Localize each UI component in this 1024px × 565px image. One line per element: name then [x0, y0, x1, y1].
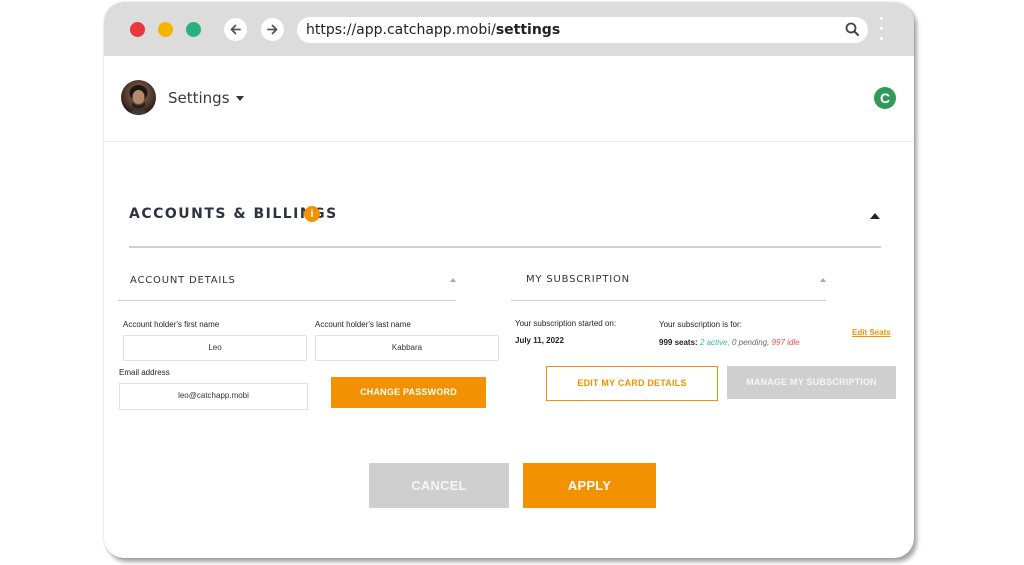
collapse-section-icon[interactable] [870, 213, 880, 219]
back-button[interactable] [224, 18, 247, 41]
apply-button[interactable]: APPLY [523, 463, 656, 508]
search-icon[interactable] [845, 22, 860, 37]
user-avatar-icon [126, 85, 151, 115]
url-path: settings [495, 22, 561, 38]
browser-toolbar: https://app.catchapp.mobi/settings [104, 2, 914, 56]
manage-subscription-button[interactable]: MANAGE MY SUBSCRIPTION [727, 366, 896, 399]
edit-seats-link[interactable]: Edit Seats [852, 328, 891, 337]
pending-seats: 0 pending, [731, 338, 770, 347]
subscription-start-label: Your subscription started on: [515, 319, 617, 328]
cancel-button[interactable]: CANCEL [369, 463, 509, 508]
kebab-menu-icon[interactable] [879, 17, 883, 45]
my-subscription-title: MY SUBSCRIPTION [526, 274, 630, 285]
subscription-for-label: Your subscription is for: [659, 320, 742, 329]
arrow-right-icon [267, 24, 278, 35]
app-header: Settings C [104, 56, 914, 142]
avatar[interactable] [121, 80, 156, 115]
seat-count: 999 seats: [659, 338, 698, 347]
minimize-window-dot[interactable] [158, 22, 173, 37]
url-prefix: https://app.catchapp.mobi/ [306, 22, 496, 38]
change-password-button[interactable]: CHANGE PASSWORD [331, 377, 486, 408]
subscription-divider [511, 300, 826, 301]
forward-button[interactable] [261, 18, 284, 41]
account-details-divider [118, 300, 456, 301]
edit-card-details-button[interactable]: EDIT MY CARD DETAILS [546, 366, 718, 401]
arrow-left-icon [230, 24, 241, 35]
active-seats: 2 active, [699, 338, 730, 347]
maximize-window-dot[interactable] [186, 22, 201, 37]
collapse-subscription-icon[interactable] [820, 278, 826, 282]
first-name-field[interactable]: Leo [123, 335, 307, 361]
browser-window: https://app.catchapp.mobi/settings Setti… [104, 2, 914, 558]
last-name-field[interactable]: Kabbara [315, 335, 499, 361]
subscription-start-date: July 11, 2022 [515, 336, 564, 345]
info-icon[interactable]: i [304, 206, 320, 222]
info-glyph: i [310, 208, 314, 220]
seat-summary: 999 seats: 2 active, 0 pending, 997 idle [659, 338, 800, 347]
brand-letter: C [879, 90, 891, 106]
email-label: Email address [119, 368, 170, 377]
collapse-account-details-icon[interactable] [450, 278, 456, 282]
address-bar[interactable]: https://app.catchapp.mobi/settings [297, 17, 868, 43]
catchapp-logo-icon[interactable]: C [874, 87, 896, 109]
account-details-title: ACCOUNT DETAILS [130, 275, 236, 286]
email-field[interactable]: leo@catchapp.mobi [119, 383, 308, 410]
settings-dropdown-label: Settings [168, 89, 230, 107]
last-name-label: Account holder's last name [315, 320, 411, 329]
caret-down-icon [235, 96, 244, 101]
close-window-dot[interactable] [130, 22, 145, 37]
section-divider [129, 246, 881, 248]
idle-seats: 997 idle [771, 338, 800, 347]
first-name-label: Account holder's first name [123, 320, 220, 329]
settings-dropdown[interactable]: Settings [168, 89, 244, 107]
